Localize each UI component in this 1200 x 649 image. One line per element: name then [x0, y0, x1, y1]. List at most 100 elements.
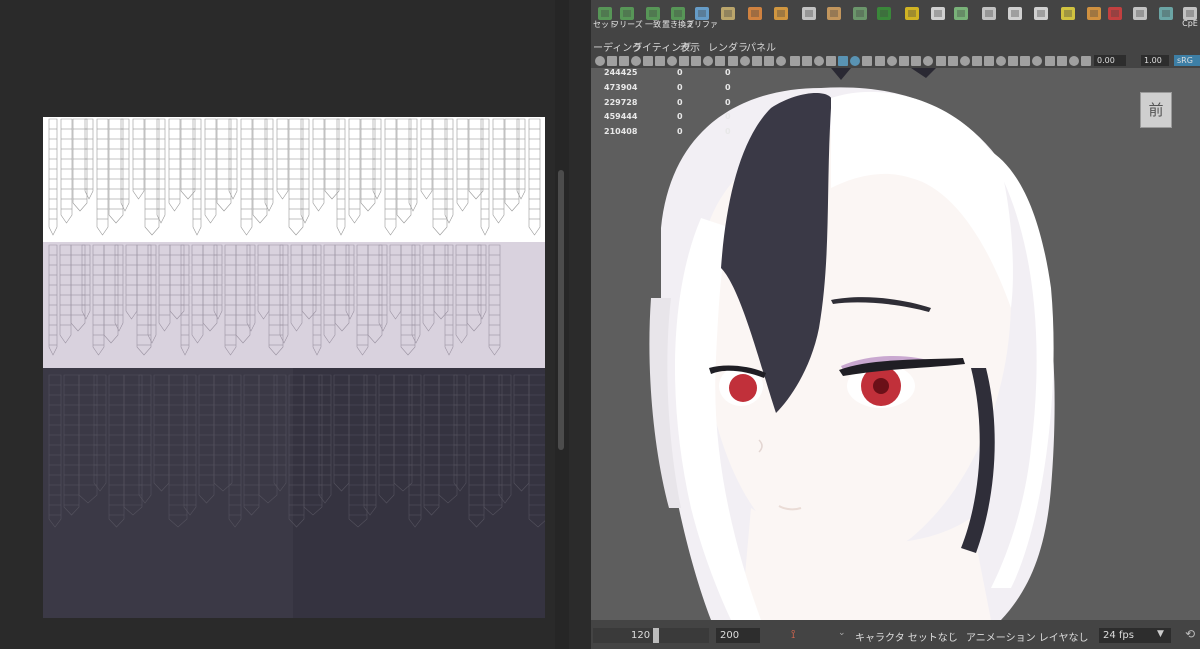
viewport-tool-icon[interactable] — [826, 56, 836, 66]
hypergraph-icon — [1129, 4, 1151, 24]
symmetry-icon — [927, 4, 949, 24]
viewport-tool-icon[interactable] — [595, 56, 605, 66]
viewport-tool-icon[interactable] — [691, 56, 701, 66]
gamma-field[interactable]: 1.00 — [1141, 55, 1169, 66]
menu-panels[interactable]: パネル — [746, 39, 776, 54]
viewport-tool-icon[interactable] — [667, 56, 677, 66]
stack-icon — [849, 4, 871, 24]
cpe-shelf-button[interactable]: CpE — [1176, 2, 1200, 32]
viewport-tool-icon[interactable] — [972, 56, 982, 66]
viewport-tool-icon[interactable] — [740, 56, 750, 66]
uv-layout-graphic — [43, 117, 545, 618]
viewport-tool-icon[interactable] — [1020, 56, 1030, 66]
auto-key-icon[interactable]: ⟟ — [791, 627, 803, 641]
viewport-tool-icon[interactable] — [655, 56, 665, 66]
viewport-tool-icon[interactable] — [776, 56, 786, 66]
hypergraph-shelf-button[interactable] — [1126, 2, 1154, 32]
node-graph-shelf-button[interactable] — [975, 2, 1003, 32]
playback-end-field[interactable]: 120 — [631, 628, 655, 643]
range-slider-bar: 120 200 ⟟ ⌄ キャラクタ セットなし ⌄ アニメーション レイヤなし … — [591, 620, 1200, 649]
viewport-tool-icon[interactable] — [923, 56, 933, 66]
viewport-tool-icon[interactable] — [1045, 56, 1055, 66]
viewport-tool-icon[interactable] — [1081, 56, 1091, 66]
viewport-tool-icon[interactable] — [996, 56, 1006, 66]
viewport-tool-icon[interactable] — [790, 56, 800, 66]
dropdown-arrow-icon: ▼ — [1157, 629, 1164, 639]
panel-menubar: ーディング ライティング 表示 レンダラ パネル — [591, 36, 1200, 54]
panel-gap — [569, 0, 591, 649]
viewport-tool-icon[interactable] — [703, 56, 713, 66]
viewport-tool-icon[interactable] — [802, 56, 812, 66]
list-shelf-button[interactable] — [1001, 2, 1029, 32]
viewcube[interactable]: 前 — [1140, 92, 1172, 128]
viewport-tool-icon[interactable] — [643, 56, 653, 66]
hud-row: 210408 0 0 — [604, 127, 731, 136]
plane-add-shelf-button[interactable] — [795, 2, 823, 32]
viewport-tool-icon[interactable] — [679, 56, 689, 66]
viewport-tool-icon[interactable] — [875, 56, 885, 66]
viewport-tool-icon[interactable] — [715, 56, 725, 66]
viewport-tool-icon[interactable] — [1057, 56, 1067, 66]
curve-shelf-button[interactable] — [1054, 2, 1082, 32]
viewport-tool-icon[interactable] — [764, 56, 774, 66]
quad-grid-icon — [823, 4, 845, 24]
viewport-tool-icon[interactable] — [887, 56, 897, 66]
range-slider-handle[interactable] — [653, 628, 659, 643]
range-slider[interactable] — [657, 628, 709, 643]
excel-shelf-button[interactable] — [898, 2, 926, 32]
menu-show[interactable]: 表示 — [680, 39, 700, 54]
hud-row: 473904 0 0 — [604, 83, 731, 92]
plane-add-icon — [798, 4, 820, 24]
viewport-tool-icon[interactable] — [619, 56, 629, 66]
viewport-tool-icon[interactable] — [814, 56, 824, 66]
graph-editor-shelf-button[interactable] — [1101, 2, 1129, 32]
uv-layout-shelf-button[interactable] — [714, 2, 742, 32]
3d-viewport[interactable]: 244425 0 0 473904 0 0 229728 0 0 459444 … — [591, 68, 1200, 620]
viewport-tool-icon[interactable] — [850, 56, 860, 66]
viewport-tool-icon[interactable] — [911, 56, 921, 66]
circle-shelf-button[interactable] — [947, 2, 975, 32]
cube-unfold-shelf-button[interactable] — [741, 2, 769, 32]
range-end-field[interactable]: 200 — [716, 628, 760, 643]
viewport-tool-icon[interactable] — [752, 56, 762, 66]
chevron-down-icon: ⌄ — [838, 628, 846, 638]
loop-icon[interactable]: ⟲ — [1185, 627, 1195, 641]
outliner-shelf-button[interactable] — [1027, 2, 1055, 32]
anim-layer-menu[interactable]: アニメーション レイヤなし — [966, 629, 1088, 644]
character-set-menu[interactable]: キャラクタ セットなし — [855, 629, 958, 644]
viewport-tool-icon[interactable] — [1069, 56, 1079, 66]
list-icon — [1004, 4, 1026, 24]
viewport-tool-icon[interactable] — [631, 56, 641, 66]
cube-burst-icon — [770, 4, 792, 24]
viewport-tool-icon[interactable] — [960, 56, 970, 66]
checker-shelf-button[interactable] — [870, 2, 898, 32]
cube-burst-shelf-button[interactable] — [767, 2, 795, 32]
viewport-tool-icon[interactable] — [984, 56, 994, 66]
shelf-toolbar: セット フリーズ 一致 置き換え ブリファ CpE — [591, 0, 1200, 36]
colorspace-field[interactable]: sRG — [1174, 55, 1200, 66]
graph-editor-icon — [1104, 4, 1126, 24]
viewport-tool-icon[interactable] — [728, 56, 738, 66]
uv-scrollbar[interactable] — [558, 170, 564, 450]
viewport-tool-icon[interactable] — [1008, 56, 1018, 66]
viewport-tool-icon[interactable] — [607, 56, 617, 66]
viewport-tool-icon[interactable] — [948, 56, 958, 66]
outliner-icon — [1030, 4, 1052, 24]
chevron-down-icon: ⌄ — [949, 628, 957, 638]
hud-row: 244425 0 0 — [604, 68, 731, 77]
viewport-tool-icon[interactable] — [838, 56, 848, 66]
curve-icon — [1057, 4, 1079, 24]
preference-shelf-button[interactable]: ブリファ — [686, 2, 718, 32]
exposure-field[interactable]: 0.00 — [1094, 55, 1126, 66]
viewport-tool-icon[interactable] — [936, 56, 946, 66]
quad-grid-shelf-button[interactable] — [820, 2, 848, 32]
viewport-tool-icon[interactable] — [1032, 56, 1042, 66]
viewport-tool-icon[interactable] — [862, 56, 872, 66]
viewport-toolbar: 0.00 1.00 sRG — [591, 54, 1200, 68]
shelf-button-label: CpE — [1182, 19, 1198, 28]
uv-texture-view[interactable] — [43, 117, 545, 618]
character-head-render — [649, 68, 1055, 620]
checker-icon — [873, 4, 895, 24]
menu-renderer[interactable]: レンダラ — [708, 39, 748, 54]
viewport-tool-icon[interactable] — [899, 56, 909, 66]
